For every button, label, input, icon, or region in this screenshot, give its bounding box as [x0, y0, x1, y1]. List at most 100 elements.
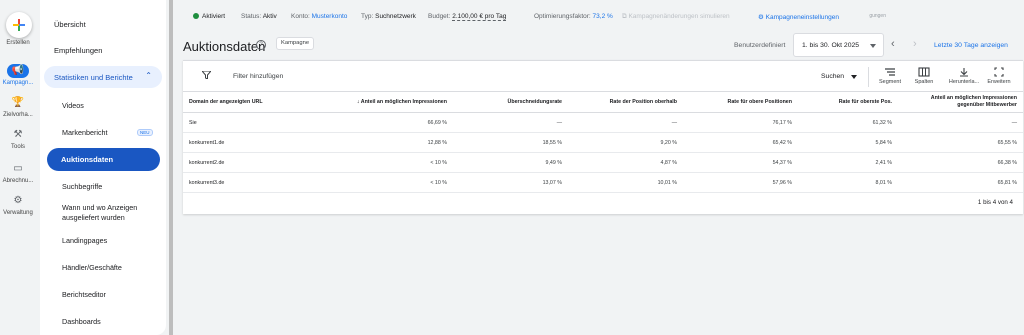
pagination-text: 1 bis 4 von 4 [977, 199, 1013, 206]
expand-icon [994, 67, 1004, 77]
trophy-icon: 🏆 [11, 97, 25, 108]
status-enabled[interactable]: Aktiviert [193, 13, 225, 20]
table-cell: 65,42 % [683, 132, 798, 153]
rail-label: Tools [10, 144, 25, 150]
last-30-days-link[interactable]: Letzte 30 Tage anzeigen [934, 42, 1008, 49]
expand-button[interactable]: Erweitern [980, 67, 1018, 85]
add-filter-button[interactable]: Filter hinzufügen [233, 73, 283, 80]
table-cell: — [453, 112, 568, 133]
table-cell: 18,55 % [453, 132, 568, 153]
column-header[interactable]: Anteil an möglichen Impressionen gegenüb… [898, 91, 1023, 113]
chevron-right-icon[interactable]: › [913, 38, 917, 50]
table-cell: Sie [183, 112, 328, 133]
divider [868, 67, 869, 87]
chevron-left-icon[interactable]: ‹ [891, 38, 895, 50]
simulate-changes-button[interactable]: ⧉ Kampagnenänderungen simulieren [622, 13, 730, 21]
tools-icon: ⚒ [13, 129, 23, 140]
filter-icon[interactable] [202, 71, 211, 79]
rail-item-goals[interactable]: 🏆 Zielvorha... [0, 96, 36, 118]
sidebar-item-landing-pages[interactable]: Landingpages [62, 236, 107, 245]
type-info: Typ: Suchnetzwerk [361, 13, 416, 20]
sidebar-item-recommendations[interactable]: Empfehlungen [54, 46, 102, 55]
date-range-value: 1. bis 30. Okt 2025 [802, 42, 860, 49]
sidebar-item-auction-insights[interactable]: Auktionsdaten [47, 148, 160, 171]
sidebar-item-report-editor[interactable]: Berichtseditor [62, 290, 106, 299]
table-cell: 8,01 % [798, 172, 898, 193]
sidebar-item-brand-report[interactable]: Markenbericht [62, 128, 108, 137]
help-icon[interactable]: ? [256, 40, 266, 50]
table-cell: 13,07 % [453, 172, 568, 193]
download-button[interactable]: Herunterla... [945, 67, 983, 85]
truncated-text: gungen [869, 13, 886, 19]
date-range-dropdown[interactable]: 1. bis 30. Okt 2025 [793, 33, 884, 57]
sidebar-group-reports[interactable]: Statistiken und Berichte ⌃ [44, 66, 162, 88]
column-header-sorted[interactable]: ↓ Anteil an möglichen Impressionen [328, 91, 453, 113]
columns-label: Spalten [914, 79, 934, 85]
budget-info[interactable]: Budget: 2.100,00 € pro Tag [428, 13, 507, 21]
table-cell: 10,01 % [568, 172, 683, 193]
table-cell: 54,37 % [683, 152, 798, 173]
table-cell: 9,20 % [568, 132, 683, 153]
rail-label: Abrechnu... [2, 178, 34, 184]
create-button[interactable] [6, 12, 32, 38]
table-cell: 12,88 % [328, 132, 453, 153]
sidebar-item-when-where[interactable]: Wann und wo Anzeigen ausgeliefert wurden [62, 203, 158, 222]
sidebar-item-search-terms[interactable]: Suchbegriffe [62, 182, 102, 191]
gear-icon: ⚙ [758, 14, 764, 21]
optimization-score[interactable]: Optimierungsfaktor: 73,2 % [534, 13, 613, 20]
table-cell: < 10 % [328, 172, 453, 193]
table-cell: 4,87 % [568, 152, 683, 173]
simulate-icon: ⧉ [622, 13, 627, 20]
table-cell: konkurrent1.de [183, 132, 328, 153]
segment-icon [885, 68, 895, 76]
rail-item-tools[interactable]: ⚒ Tools [0, 128, 36, 150]
segment-button[interactable]: Segment [871, 67, 909, 85]
sidebar-group-label: Statistiken und Berichte [54, 73, 133, 82]
table-cell: 65,81 % [898, 172, 1023, 193]
date-range-label: Benutzerdefiniert [734, 42, 786, 49]
table-header-row: Domain der angezeigten URL ↓ Anteil an m… [183, 91, 1023, 113]
download-label: Herunterla... [948, 79, 980, 85]
table-cell: — [898, 112, 1023, 133]
table-cell: 61,32 % [798, 112, 898, 133]
table-cell: konkurrent2.de [183, 152, 328, 173]
rail-item-create[interactable]: Erstellen [0, 40, 36, 46]
column-header[interactable]: Überschneidungsrate [453, 91, 568, 113]
table-row: konkurrent2.de < 10 % 9,49 % 4,87 % 54,3… [183, 152, 1023, 173]
table-row: Sie 66,69 % — — 76,17 % 61,32 % — [183, 112, 1023, 133]
column-header[interactable]: Domain der angezeigten URL [183, 91, 328, 113]
rail-item-billing[interactable]: ▭ Abrechnu... [0, 162, 36, 184]
sidebar-item-merchants[interactable]: Händler/Geschäfte [62, 263, 122, 272]
segment-label: Segment [878, 79, 901, 85]
sidebar-item-dashboards[interactable]: Dashboards [62, 317, 101, 326]
campaign-settings-link[interactable]: ⚙ Kampagneneinstellungen [758, 13, 839, 21]
table-cell: konkurrent3.de [183, 172, 328, 193]
search-dropdown[interactable]: Suchen [821, 73, 844, 80]
account-link[interactable]: Musterkonto [312, 13, 348, 20]
columns-button[interactable]: Spalten [905, 67, 943, 85]
sidebar: Übersicht Empfehlungen Statistiken und B… [40, 0, 166, 335]
page-title: Auktionsdaten [183, 39, 266, 54]
chevron-up-icon: ⌃ [145, 71, 152, 80]
download-icon [960, 68, 968, 77]
column-header[interactable]: Rate für oberste Pos. [798, 91, 898, 113]
expand-label: Erweitern [987, 79, 1011, 85]
rail-item-admin[interactable]: ⚙ Verwaltung [0, 194, 36, 216]
sidebar-item-overview[interactable]: Übersicht [54, 20, 86, 29]
status-info: Status: Aktiv [241, 13, 277, 20]
campaign-status-bar: gungen Aktiviert Status: Aktiv Konto: Mu… [180, 10, 1024, 24]
new-badge: NEU [137, 129, 153, 136]
megaphone-icon: 📢 [7, 64, 29, 78]
rail-label: Erstellen [6, 40, 30, 46]
column-header[interactable]: Rate für obere Positionen [683, 91, 798, 113]
table-row: konkurrent3.de < 10 % 13,07 % 10,01 % 57… [183, 172, 1023, 193]
credit-card-icon: ▭ [13, 163, 23, 174]
rail-item-campaigns[interactable]: 📢 Kampagn... [0, 64, 36, 86]
table-cell: — [568, 112, 683, 133]
table-cell: 76,17 % [683, 112, 798, 133]
rail-label: Kampagn... [2, 80, 34, 86]
column-header[interactable]: Rate der Position oberhalb [568, 91, 683, 113]
table-cell: < 10 % [328, 152, 453, 173]
sidebar-item-videos[interactable]: Videos [62, 101, 84, 110]
scope-chip[interactable]: Kampagne [276, 37, 315, 50]
